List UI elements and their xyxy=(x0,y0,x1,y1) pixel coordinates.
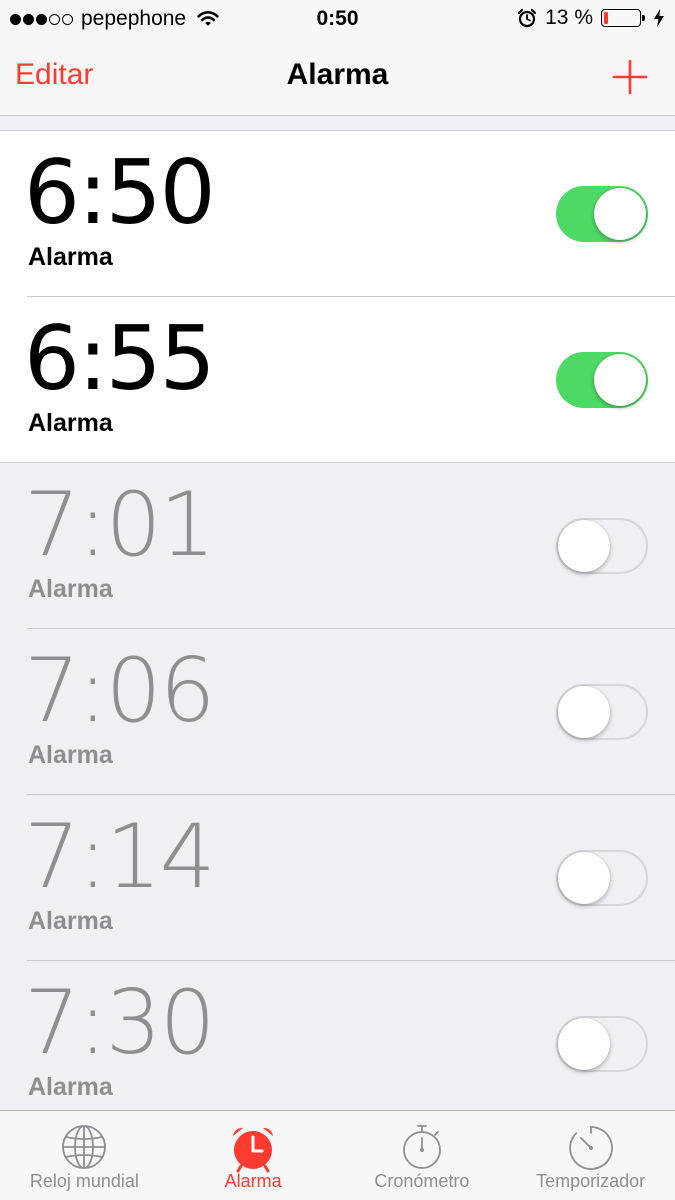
timer-icon xyxy=(568,1126,613,1170)
tab-timer[interactable]: Temporizador xyxy=(506,1111,675,1200)
tab-stopwatch[interactable]: Cronómetro xyxy=(338,1111,507,1200)
alarm-row[interactable]: 7:14 Alarma xyxy=(0,795,675,961)
add-alarm-button[interactable] xyxy=(607,54,653,100)
tab-alarm[interactable]: Alarma xyxy=(169,1111,338,1200)
toggle-knob xyxy=(558,1018,610,1070)
toggle-knob xyxy=(594,354,646,406)
battery-icon xyxy=(601,9,645,27)
tab-label: Temporizador xyxy=(536,1171,646,1191)
page-title: Alarma xyxy=(286,58,389,91)
tab-label: Cronómetro xyxy=(374,1171,470,1191)
alarm-toggle[interactable] xyxy=(556,186,648,242)
alarm-label: Alarma xyxy=(28,575,113,603)
status-bar: pepephone 0:50 13 % xyxy=(0,0,675,40)
alarm-time: 7:30 xyxy=(24,971,216,1074)
tab-world-clock[interactable]: Reloj mundial xyxy=(0,1111,169,1200)
alarm-toggle[interactable] xyxy=(556,518,648,574)
alarm-time: 6:50 xyxy=(24,141,216,244)
alarm-toggle[interactable] xyxy=(556,1016,648,1072)
alarm-status-icon xyxy=(518,8,537,28)
tab-label: Reloj mundial xyxy=(29,1171,139,1191)
alarm-row[interactable]: 6:55 Alarma xyxy=(0,297,675,463)
battery-percentage: 13 % xyxy=(545,6,593,29)
toggle-knob xyxy=(558,520,610,572)
tab-bar: Reloj mundial Alarma Cronómetro Temporiz… xyxy=(0,1110,675,1200)
alarm-clock-icon xyxy=(233,1127,274,1173)
toggle-knob xyxy=(558,852,610,904)
alarm-time: 6:55 xyxy=(24,307,216,410)
alarm-toggle[interactable] xyxy=(556,684,648,740)
alarm-toggle[interactable] xyxy=(556,352,648,408)
alarm-label: Alarma xyxy=(28,907,113,935)
alarm-label: Alarma xyxy=(28,1073,113,1101)
charging-bolt-icon xyxy=(654,9,664,27)
alarm-row[interactable]: 7:06 Alarma xyxy=(0,629,675,795)
alarm-time: 7:14 xyxy=(24,805,216,908)
alarm-time: 7:06 xyxy=(24,639,216,742)
alarm-time: 7:01 xyxy=(24,473,216,576)
alarm-toggle[interactable] xyxy=(556,850,648,906)
alarm-list: 6:50 Alarma 6:55 Alarma 7:01 Alarma 7:06… xyxy=(0,130,675,1127)
alarm-label: Alarma xyxy=(28,409,113,437)
alarm-label: Alarma xyxy=(28,741,113,769)
tab-label: Alarma xyxy=(224,1171,282,1191)
toggle-knob xyxy=(558,686,610,738)
status-right: 13 % xyxy=(517,6,665,30)
toggle-knob xyxy=(594,188,646,240)
plus-icon xyxy=(612,59,648,95)
navigation-bar: Editar Alarma xyxy=(0,40,675,116)
alarm-row[interactable]: 7:30 Alarma xyxy=(0,961,675,1127)
alarm-row[interactable]: 6:50 Alarma xyxy=(0,131,675,297)
alarm-label: Alarma xyxy=(28,243,113,271)
alarm-row[interactable]: 7:01 Alarma xyxy=(0,463,675,629)
battery-fill xyxy=(604,12,608,24)
globe-icon xyxy=(62,1125,107,1169)
stopwatch-icon xyxy=(402,1125,441,1169)
